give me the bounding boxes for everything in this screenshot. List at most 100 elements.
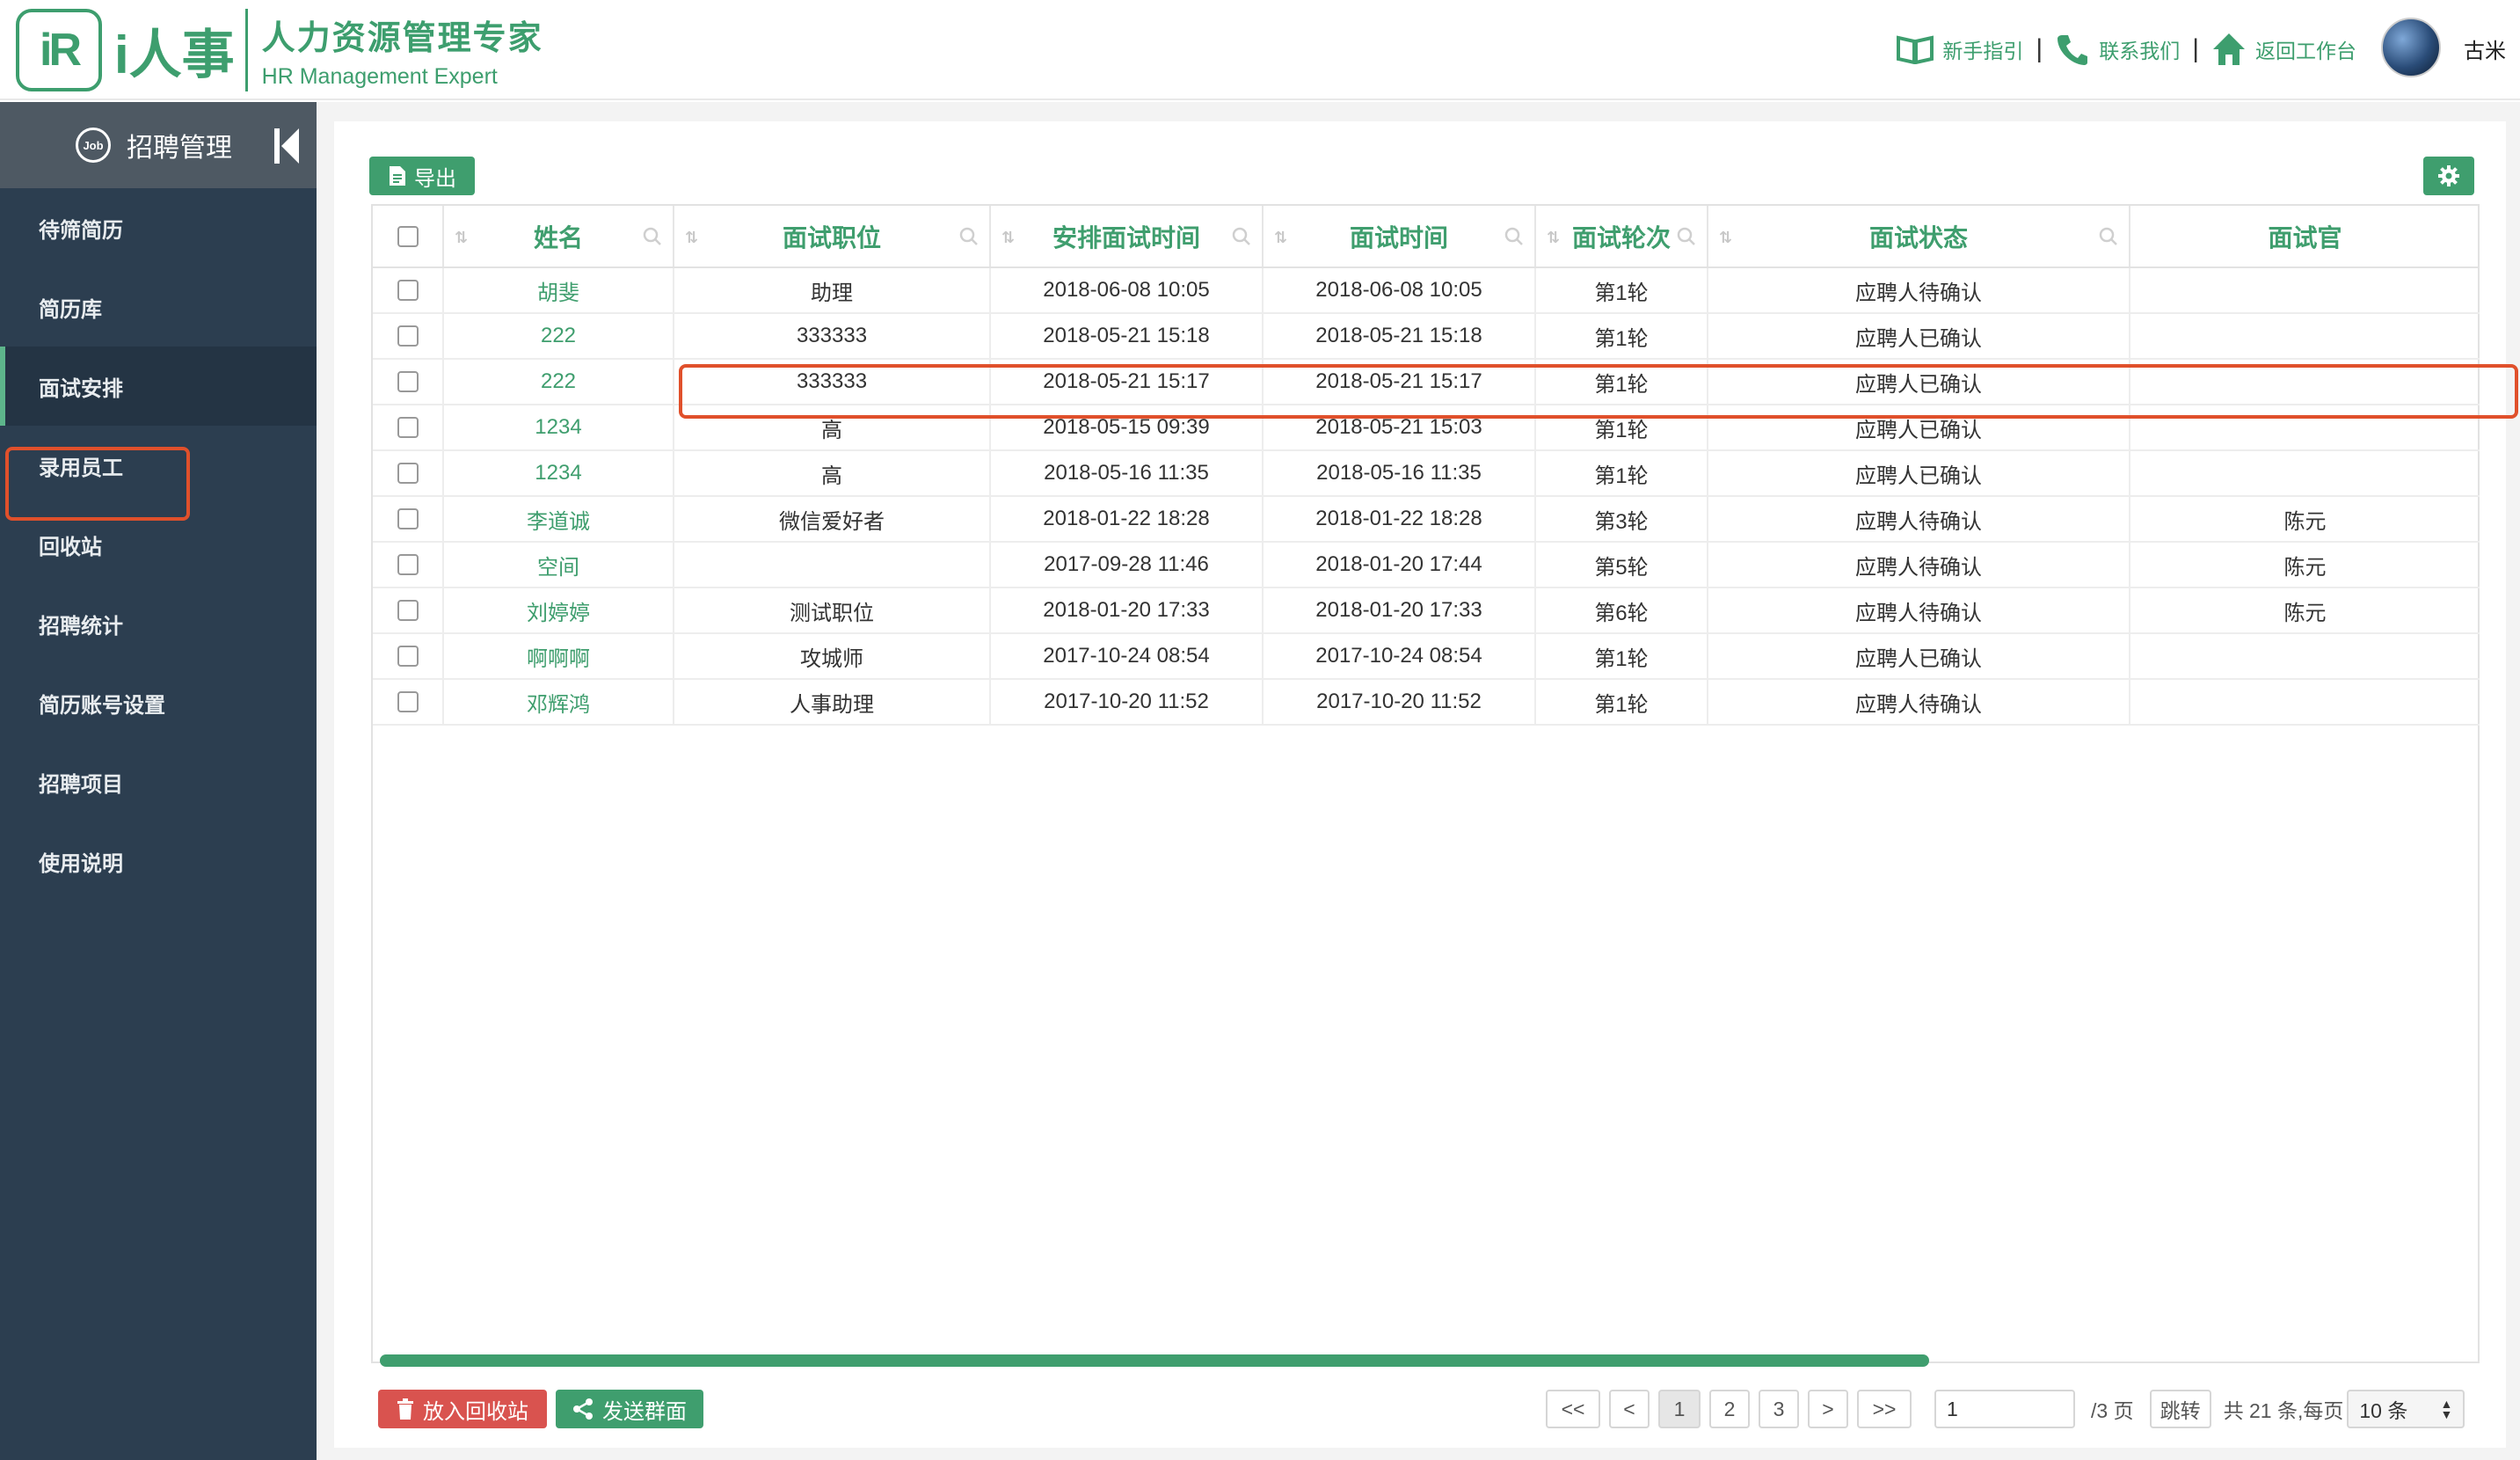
search-icon[interactable]: [959, 227, 979, 246]
sort-icon[interactable]: ⇅: [685, 229, 698, 247]
jump-button[interactable]: 跳转: [2149, 1390, 2211, 1428]
username[interactable]: 古米: [2464, 33, 2506, 64]
table-row[interactable]: 刘婷婷 测试职位 2018-01-20 17:33 2018-01-20 17:33 第…: [373, 588, 2480, 634]
next-page-button[interactable]: >: [1808, 1390, 1848, 1428]
table-row[interactable]: 邓辉鸿 人事助理 2017-10-20 11:52 2017-10-20 11:52 第…: [373, 679, 2480, 726]
column-header[interactable]: 面试官: [2130, 206, 2480, 268]
interview-time-cell: 2018-01-22 18:28: [1263, 496, 1536, 543]
position-cell: 333333: [674, 313, 991, 360]
last-page-button[interactable]: >>: [1857, 1390, 1912, 1428]
select-all-checkbox[interactable]: [397, 225, 419, 247]
sort-icon[interactable]: ⇅: [1719, 229, 1732, 247]
row-select-cell: [373, 450, 444, 497]
table-row[interactable]: 1234 高 2018-05-16 11:35 2018-05-16 11:35 第1轮…: [373, 450, 2480, 497]
page-number-input[interactable]: [1934, 1390, 2075, 1428]
avatar[interactable]: [2381, 18, 2441, 77]
column-header[interactable]: ⇅ 安排面试时间: [990, 206, 1264, 268]
sidebar-item-label: 简历库: [39, 297, 102, 322]
scrollbar-thumb[interactable]: [380, 1354, 1929, 1367]
page-button-1[interactable]: 1: [1658, 1390, 1701, 1428]
pagination: << < 1 2 3 > >> /3 页 跳转 共 21 条,每页 10 条 ▲…: [1546, 1390, 2465, 1428]
app-header: iR i人事 人力资源管理专家 HR Management Expert 新手指…: [0, 0, 2520, 100]
horizontal-scrollbar[interactable]: [380, 1354, 2474, 1367]
candidate-name-cell[interactable]: 李道诚: [443, 496, 674, 543]
workbench-link[interactable]: 返回工作台: [2211, 32, 2356, 67]
sort-icon[interactable]: ⇅: [455, 229, 468, 247]
column-header-label: 安排面试时间: [1052, 223, 1200, 252]
row-checkbox[interactable]: [397, 554, 419, 575]
sidebar-item-instructions[interactable]: 使用说明: [0, 821, 317, 901]
move-to-recycle-button[interactable]: 放入回收站: [378, 1390, 547, 1428]
search-icon[interactable]: [1677, 227, 1696, 246]
column-header[interactable]: ⇅ 姓名: [443, 206, 674, 268]
column-header[interactable]: ⇅ 面试职位: [674, 206, 991, 268]
sort-icon[interactable]: ⇅: [1547, 229, 1560, 247]
sidebar-item-pending-resumes[interactable]: 待筛简历: [0, 188, 317, 267]
first-page-button[interactable]: <<: [1546, 1390, 1600, 1428]
sidebar-item-recruit-stats[interactable]: 招聘统计: [0, 584, 317, 663]
active-item-highlight: [5, 447, 190, 521]
row-checkbox[interactable]: [397, 417, 419, 438]
send-group-interview-button[interactable]: 发送群面: [556, 1390, 703, 1428]
column-header[interactable]: ⇅ 面试轮次: [1535, 206, 1708, 268]
status-cell: 应聘人待确认: [1708, 679, 2130, 726]
sidebar-header: Job 招聘管理: [0, 102, 317, 188]
search-icon[interactable]: [1504, 227, 1524, 246]
row-checkbox[interactable]: [397, 691, 419, 712]
sidebar-item-label: 招聘项目: [39, 772, 123, 797]
status-cell: 应聘人待确认: [1708, 542, 2130, 588]
page-size-value: 10 条: [2359, 1399, 2408, 1422]
page-button-2[interactable]: 2: [1709, 1390, 1750, 1428]
sort-icon[interactable]: ⇅: [1274, 229, 1287, 247]
interview-time-cell: 2018-05-21 15:18: [1263, 313, 1536, 360]
search-icon[interactable]: [643, 227, 662, 246]
row-select-cell: [373, 405, 444, 451]
candidate-name-cell[interactable]: 啊啊啊: [443, 633, 674, 680]
sort-icon[interactable]: ⇅: [1001, 229, 1015, 247]
contact-link[interactable]: 联系我们: [2055, 32, 2180, 67]
sidebar-item-resume-library[interactable]: 简历库: [0, 267, 317, 347]
sidebar-item-recruit-projects[interactable]: 招聘项目: [0, 742, 317, 821]
sidebar-item-interview-schedule[interactable]: 面试安排: [0, 347, 317, 426]
round-cell: 第1轮: [1535, 267, 1708, 314]
candidate-name-cell[interactable]: 邓辉鸿: [443, 679, 674, 726]
logo-divider: [244, 9, 248, 91]
select-arrows-icon: ▲ ▼: [2440, 1397, 2453, 1421]
move-to-recycle-label: 放入回收站: [423, 1399, 528, 1424]
candidate-name-cell[interactable]: 222: [443, 313, 674, 360]
guide-link[interactable]: 新手指引: [1897, 34, 2023, 64]
sidebar-item-account-settings[interactable]: 简历账号设置: [0, 663, 317, 742]
settings-button[interactable]: [2423, 157, 2474, 195]
table-row[interactable]: 胡斐 助理 2018-06-08 10:05 2018-06-08 10:05 第1轮应…: [373, 267, 2480, 314]
interviewer-cell: [2130, 450, 2480, 497]
search-icon[interactable]: [2099, 227, 2118, 246]
export-button[interactable]: 导出: [369, 157, 475, 195]
candidate-name-cell[interactable]: 空间: [443, 542, 674, 588]
row-checkbox[interactable]: [397, 280, 419, 301]
row-checkbox[interactable]: [397, 600, 419, 621]
brand-logo[interactable]: iR i人事 人力资源管理专家 HR Management Expert: [16, 9, 543, 91]
column-header[interactable]: ⇅ 面试状态: [1708, 206, 2130, 268]
candidate-name-cell[interactable]: 222: [443, 359, 674, 405]
table-row[interactable]: 啊啊啊 攻城师 2017-10-24 08:54 2017-10-24 08:54 第1…: [373, 633, 2480, 680]
row-checkbox[interactable]: [397, 325, 419, 347]
candidate-name-cell[interactable]: 胡斐: [443, 267, 674, 314]
table-row[interactable]: 李道诚 微信爱好者 2018-01-22 18:28 2018-01-22 18:28…: [373, 496, 2480, 543]
round-cell: 第1轮: [1535, 679, 1708, 726]
column-header[interactable]: ⇅ 面试时间: [1263, 206, 1536, 268]
row-checkbox[interactable]: [397, 463, 419, 484]
table-row[interactable]: 空间 2017-09-28 11:46 2018-01-20 17:44 第5轮 应聘人…: [373, 542, 2480, 588]
row-checkbox[interactable]: [397, 646, 419, 667]
prev-page-button[interactable]: <: [1609, 1390, 1650, 1428]
page-size-select[interactable]: 10 条 ▲ ▼: [2347, 1390, 2465, 1428]
row-select-cell: [373, 496, 444, 543]
collapse-sidebar-icon[interactable]: [273, 127, 301, 165]
candidate-name-cell[interactable]: 刘婷婷: [443, 588, 674, 634]
candidate-name-cell[interactable]: 1234: [443, 405, 674, 451]
page-button-3[interactable]: 3: [1759, 1390, 1799, 1428]
candidate-name-cell[interactable]: 1234: [443, 450, 674, 497]
row-checkbox[interactable]: [397, 508, 419, 529]
row-checkbox[interactable]: [397, 371, 419, 392]
table-row[interactable]: 222 333333 2018-05-21 15:18 2018-05-21 15:1…: [373, 313, 2480, 360]
search-icon[interactable]: [1232, 227, 1251, 246]
